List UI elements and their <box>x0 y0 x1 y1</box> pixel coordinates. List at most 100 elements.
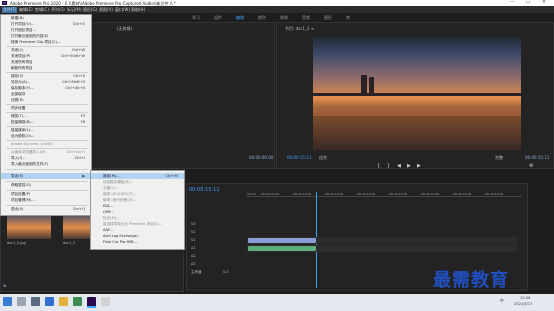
workspace-color[interactable]: 颜色 <box>258 15 266 21</box>
workspace-audio[interactable]: 音频 <box>302 15 310 21</box>
submenu-item-tape-serial[interactable]: 磁带 (串行设备)(S)... <box>103 198 137 203</box>
time-ruler[interactable]: 00:00 00:00:05:00 00:00:10:00 00:00:15:0… <box>247 192 522 197</box>
menu-item-import-recent[interactable]: 导入最近使用的文件(F) <box>11 162 48 167</box>
track-label[interactable]: V1 <box>191 238 196 242</box>
submenu-item-captions[interactable]: 字幕(C)... <box>103 186 119 191</box>
menu-file[interactable]: 文件(F) <box>2 7 18 13</box>
fit-select[interactable]: 适合 <box>319 155 327 161</box>
menu-item-get-properties[interactable]: 获取属性(G) <box>11 183 31 188</box>
task-view-icon[interactable] <box>31 297 40 306</box>
menu-marker[interactable]: 标记(M) <box>67 7 82 13</box>
menu-item-sync-settings[interactable]: 同步设置 <box>11 106 25 111</box>
program-tab[interactable]: 节目: dsc1_2 ≡ <box>285 26 314 32</box>
menu-item-save-as[interactable]: 另存为(A)... <box>11 80 30 85</box>
project-thumbnail[interactable] <box>63 213 93 239</box>
step-back-icon[interactable]: ◀ <box>397 163 401 169</box>
menu-item-new[interactable]: 新建(N) <box>11 16 24 21</box>
menu-item-make-offline[interactable]: 设为脱机(O)... <box>11 134 34 139</box>
maximize-button[interactable]: ☐ <box>526 0 530 5</box>
app-icon[interactable] <box>73 297 82 306</box>
submenu-item-tape-dv[interactable]: 磁带 (DV/HDV)(T)... <box>103 192 137 197</box>
menu-clip[interactable]: 剪辑(C) <box>35 7 49 13</box>
menu-divider <box>6 104 88 105</box>
source-tab[interactable]: (无剪辑) <box>117 26 132 32</box>
menu-shortcut: Ctrl+O <box>72 22 85 26</box>
close-button[interactable]: ✕ <box>542 0 546 5</box>
ruler-tick: 00:00:35:00 <box>453 192 472 196</box>
submenu-item-avid-log[interactable]: Avid Log Exchange... <box>103 234 140 238</box>
menu-item-project-manager[interactable]: 项目管理(M)... <box>11 198 35 203</box>
workspace-graphics[interactable]: 图形 <box>324 15 332 21</box>
input-language[interactable]: 中 <box>500 298 504 304</box>
menu-item-exit[interactable]: 退出(X) <box>11 207 23 212</box>
menu-shortcut: F6 <box>80 120 85 124</box>
minimize-button[interactable]: — <box>510 0 515 5</box>
submenu-item-mogrt[interactable]: 动态图形模板(R)... <box>103 180 133 185</box>
menu-item-close-all[interactable]: 关闭所有项目 <box>11 60 33 65</box>
menu-item-save-all[interactable]: 全部保存 <box>11 92 25 97</box>
menu-item-open-team[interactable]: 打开团队项目... <box>11 28 36 33</box>
workspace-editing[interactable]: 编辑 <box>236 15 244 21</box>
menu-item-revert[interactable]: 还原(R) <box>11 98 24 103</box>
submenu-item-omf[interactable]: OMF... <box>103 210 114 214</box>
menu-item-import-media-browser[interactable]: 从媒体浏览器导入(M) <box>11 150 46 155</box>
track-label[interactable]: A2 <box>191 254 196 258</box>
quality-select[interactable]: 完整 <box>495 155 503 161</box>
workspace-effects[interactable]: 效果 <box>280 15 288 21</box>
menu-item-save[interactable]: 保存(S) <box>11 74 23 79</box>
menu-item-save-copy[interactable]: 保存副本(Y)... <box>11 86 34 91</box>
submenu-item-fcp-xml[interactable]: Final Cut Pro XML... <box>103 240 138 244</box>
video-clip[interactable] <box>248 238 316 243</box>
menu-graphics[interactable]: 图形(G) <box>83 7 97 13</box>
mark-out-icon[interactable]: } <box>387 163 390 169</box>
submenu-item-media[interactable]: 媒体(M)... <box>103 174 120 179</box>
menu-shortcut: Ctrl+M <box>165 174 178 178</box>
workspace-learn[interactable]: 学习 <box>192 15 200 21</box>
menu-item-open-project[interactable]: 打开项目(O)... <box>11 22 34 27</box>
menu-item-import[interactable]: 导入(I)... <box>11 156 25 161</box>
menu-item-project-settings[interactable]: 项目设置(P) <box>11 192 30 197</box>
submenu-item-selection-project[interactable]: 将选择项导出为 Premiere 项目(S)... <box>103 222 162 227</box>
project-thumbnail[interactable] <box>7 213 51 239</box>
mark-in-icon[interactable]: { <box>377 163 380 169</box>
windows-start-icon[interactable] <box>3 297 12 306</box>
submenu-item-markers[interactable]: 标记(M)... <box>103 216 120 221</box>
app-icon[interactable] <box>101 297 110 306</box>
menu-help[interactable]: 帮助(H) <box>131 7 145 13</box>
menu-item-dynamic-link[interactable]: Adobe Dynamic Link(K) <box>11 142 53 146</box>
settings-icon[interactable]: ⚙ <box>529 163 533 169</box>
edge-browser-icon[interactable] <box>45 297 54 306</box>
menu-window[interactable]: 窗口(W) <box>115 7 130 13</box>
audio-clip[interactable] <box>248 246 316 251</box>
menu-edit[interactable]: 编辑(E) <box>19 7 33 13</box>
menu-item-batch-capture[interactable]: 批量捕捉(B)... <box>11 120 34 125</box>
step-forward-icon[interactable]: ▶ <box>417 163 421 169</box>
menu-shortcut: Ctrl+Q <box>72 207 85 211</box>
menu-item-close[interactable]: 关闭(C) <box>11 48 24 53</box>
menu-item-link-media[interactable]: 链接媒体(L)... <box>11 128 34 133</box>
menu-item-export[interactable]: 导出(E) <box>11 174 23 179</box>
clock-date[interactable]: 2021/5/17 <box>514 302 532 306</box>
list-view-icon[interactable]: ≣ <box>3 283 6 288</box>
workspace-assembly[interactable]: 组件 <box>214 15 222 21</box>
file-explorer-icon[interactable] <box>59 297 68 306</box>
play-icon[interactable]: ▶ <box>407 163 411 169</box>
submenu-item-edl[interactable]: EDL... <box>103 204 113 208</box>
track-label[interactable]: A3 <box>191 262 196 266</box>
track-label[interactable]: V2 <box>191 230 196 234</box>
clock-time[interactable]: 12:06 <box>520 296 530 300</box>
track-label[interactable]: A1 <box>191 246 196 250</box>
master-volume[interactable]: 0.0 <box>223 270 229 274</box>
menu-item-close-project[interactable]: 关闭项目(P) <box>11 54 30 59</box>
menu-sequence[interactable]: 序列(S) <box>51 7 65 13</box>
premiere-taskbar-icon[interactable] <box>87 297 96 308</box>
menu-item-convert-clip[interactable]: 转换 Premiere Clip 项目(C)... <box>11 40 60 45</box>
menu-item-capture[interactable]: 捕捉(T)... <box>11 114 27 119</box>
search-icon[interactable] <box>17 297 26 306</box>
menu-item-refresh-all[interactable]: 刷新所有项目 <box>11 66 33 71</box>
workspace-libraries[interactable]: 库 <box>346 15 350 21</box>
track-label[interactable]: V3 <box>191 222 196 226</box>
menu-item-open-recent[interactable]: 打开最近使用的内容(E) <box>11 34 48 39</box>
menu-view[interactable]: 视图(V) <box>99 7 113 13</box>
submenu-item-aaf[interactable]: AAF... <box>103 228 113 232</box>
